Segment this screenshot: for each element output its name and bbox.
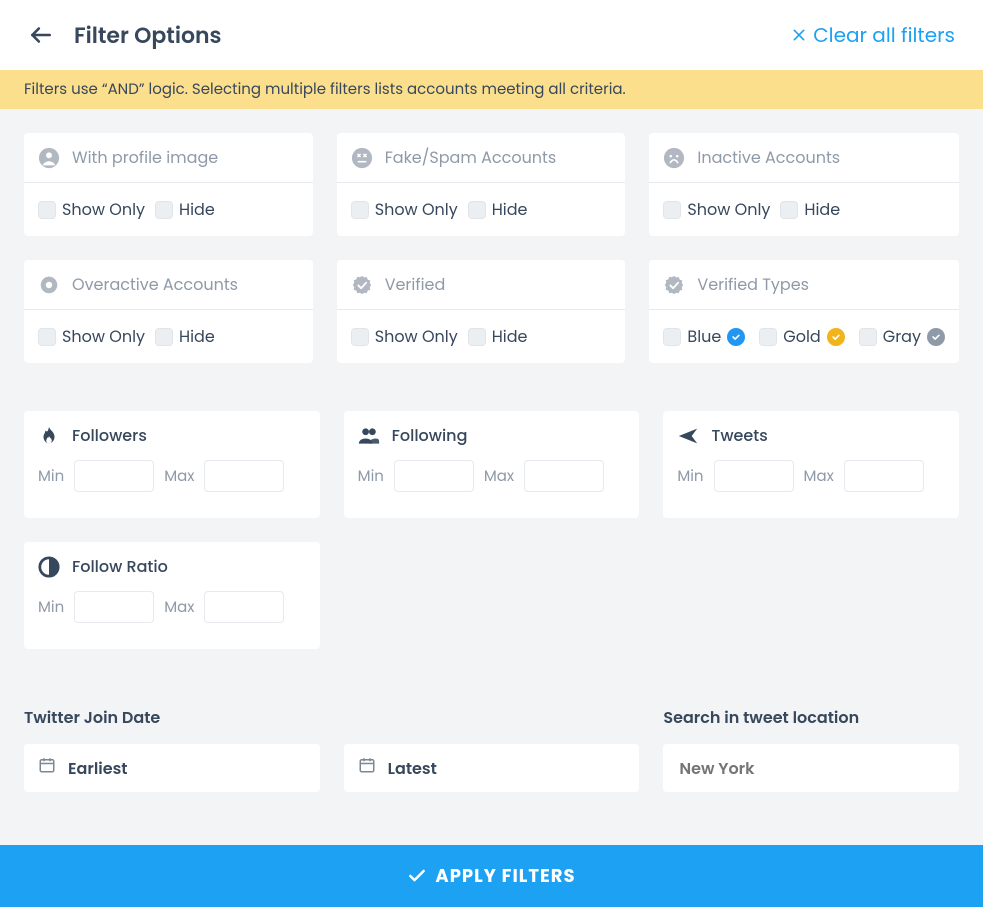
filter-label: Overactive Accounts xyxy=(72,272,238,297)
show-only-option[interactable]: Show Only xyxy=(351,197,458,222)
min-label: Min xyxy=(38,465,64,488)
verified-type-gold-option[interactable]: Gold xyxy=(759,324,844,349)
circle-half-icon xyxy=(38,556,60,578)
checkbox[interactable] xyxy=(468,328,486,346)
earliest-date-label: Earliest xyxy=(68,756,128,781)
verified-icon xyxy=(351,274,373,296)
following-max-input[interactable] xyxy=(524,460,604,492)
hide-option[interactable]: Hide xyxy=(155,197,215,222)
checkbox[interactable] xyxy=(859,328,877,346)
group-icon xyxy=(358,425,380,447)
earliest-date-input[interactable]: Earliest xyxy=(24,744,320,792)
show-only-option[interactable]: Show Only xyxy=(351,324,458,349)
close-icon xyxy=(791,27,807,43)
filter-label: Follow Ratio xyxy=(72,554,168,579)
checkbox[interactable] xyxy=(663,201,681,219)
face-dead-icon xyxy=(351,147,373,169)
min-label: Min xyxy=(677,465,703,488)
face-sad-icon xyxy=(663,147,685,169)
location-section-title: Search in tweet location xyxy=(663,705,959,730)
gray-check-badge-icon xyxy=(927,328,945,346)
filter-card-fake-spam: Fake/Spam Accounts Show Only Hide xyxy=(337,133,626,236)
filter-card-tweets: Tweets Min Max xyxy=(663,411,959,518)
filter-card-following: Following Min Max xyxy=(344,411,640,518)
verified-type-blue-option[interactable]: Blue xyxy=(663,324,745,349)
filter-card-profile-image: With profile image Show Only Hide xyxy=(24,133,313,236)
check-icon xyxy=(407,866,427,886)
filter-label: Verified Types xyxy=(697,272,809,297)
filter-card-verified: Verified Show Only Hide xyxy=(337,260,626,363)
flame-icon xyxy=(38,425,60,447)
show-only-option[interactable]: Show Only xyxy=(38,197,145,222)
filter-card-overactive: Overactive Accounts Show Only Hide xyxy=(24,260,313,363)
gear-badge-icon xyxy=(38,274,60,296)
follow-ratio-max-input[interactable] xyxy=(204,591,284,623)
max-label: Max xyxy=(164,465,194,488)
filter-label: Tweets xyxy=(711,423,767,448)
following-min-input[interactable] xyxy=(394,460,474,492)
checkbox[interactable] xyxy=(155,201,173,219)
clear-all-filters-button[interactable]: Clear all filters xyxy=(791,20,955,50)
filter-label: Inactive Accounts xyxy=(697,145,840,170)
followers-min-input[interactable] xyxy=(74,460,154,492)
filter-label: Followers xyxy=(72,423,147,448)
min-label: Min xyxy=(358,465,384,488)
user-circle-icon xyxy=(38,147,60,169)
show-only-option[interactable]: Show Only xyxy=(663,197,770,222)
checkbox[interactable] xyxy=(38,201,56,219)
min-label: Min xyxy=(38,596,64,619)
info-banner: Filters use “AND” logic. Selecting multi… xyxy=(0,70,983,109)
send-icon xyxy=(677,425,699,447)
checkbox[interactable] xyxy=(351,328,369,346)
follow-ratio-min-input[interactable] xyxy=(74,591,154,623)
show-only-option[interactable]: Show Only xyxy=(38,324,145,349)
verified-type-gray-option[interactable]: Gray xyxy=(859,324,945,349)
hide-option[interactable]: Hide xyxy=(468,197,528,222)
apply-filters-button[interactable]: APPLY FILTERS xyxy=(0,845,983,907)
checkbox[interactable] xyxy=(759,328,777,346)
back-button[interactable] xyxy=(28,22,54,48)
filter-card-followers: Followers Min Max xyxy=(24,411,320,518)
hide-option[interactable]: Hide xyxy=(780,197,840,222)
checkbox[interactable] xyxy=(468,201,486,219)
checkbox[interactable] xyxy=(351,201,369,219)
max-label: Max xyxy=(164,596,194,619)
checkbox[interactable] xyxy=(155,328,173,346)
checkbox[interactable] xyxy=(663,328,681,346)
filter-label: Fake/Spam Accounts xyxy=(385,145,557,170)
filter-card-verified-types: Verified Types Blue Gold xyxy=(649,260,959,363)
max-label: Max xyxy=(484,465,514,488)
filter-card-follow-ratio: Follow Ratio Min Max xyxy=(24,542,320,649)
max-label: Max xyxy=(804,465,834,488)
verified-icon xyxy=(663,274,685,296)
apply-filters-label: APPLY FILTERS xyxy=(435,863,575,890)
blue-check-badge-icon xyxy=(727,328,745,346)
filter-card-inactive: Inactive Accounts Show Only Hide xyxy=(649,133,959,236)
filter-label: With profile image xyxy=(72,145,218,170)
calendar-icon xyxy=(358,756,376,781)
page-title: Filter Options xyxy=(74,19,222,52)
followers-max-input[interactable] xyxy=(204,460,284,492)
location-input[interactable] xyxy=(677,755,945,782)
arrow-left-icon xyxy=(28,22,54,48)
filter-label: Following xyxy=(392,423,468,448)
checkbox[interactable] xyxy=(780,201,798,219)
latest-date-label: Latest xyxy=(388,756,437,781)
hide-option[interactable]: Hide xyxy=(468,324,528,349)
calendar-icon xyxy=(38,756,56,781)
hide-option[interactable]: Hide xyxy=(155,324,215,349)
gold-check-badge-icon xyxy=(827,328,845,346)
checkbox[interactable] xyxy=(38,328,56,346)
tweets-max-input[interactable] xyxy=(844,460,924,492)
filter-label: Verified xyxy=(385,272,446,297)
join-date-section-title: Twitter Join Date xyxy=(24,705,320,730)
tweets-min-input[interactable] xyxy=(714,460,794,492)
clear-all-filters-label: Clear all filters xyxy=(813,20,955,50)
latest-date-input[interactable]: Latest xyxy=(344,744,640,792)
